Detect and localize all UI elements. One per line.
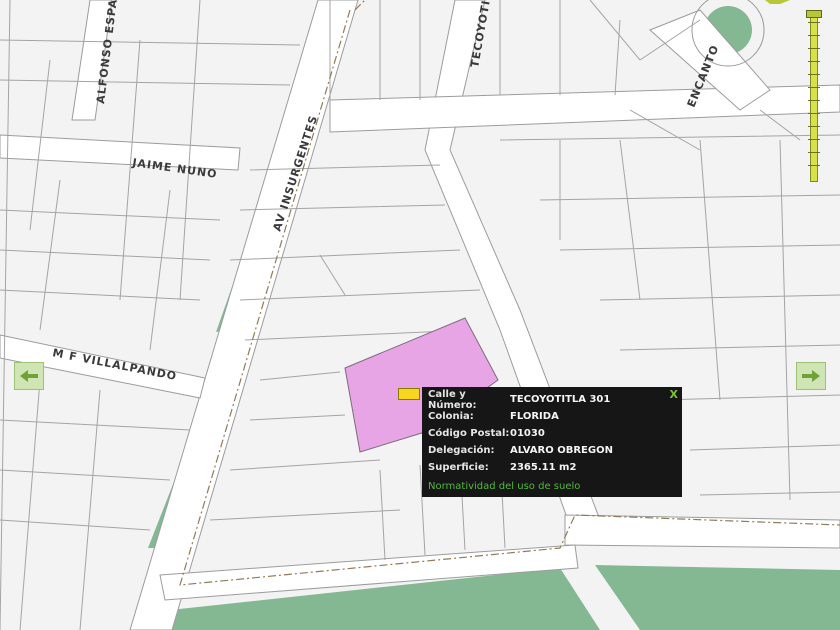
zoom-tick xyxy=(808,152,820,153)
popup-marker xyxy=(398,388,420,400)
info-label: Delegación: xyxy=(428,445,495,456)
info-value: TECOYOTITLA 301 xyxy=(510,394,611,405)
zoom-tick xyxy=(808,139,820,140)
zoom-slider[interactable] xyxy=(806,8,822,188)
info-row-superficie: Superficie: 2365.11 m2 xyxy=(428,459,676,476)
zoom-tick xyxy=(808,74,820,75)
map-canvas[interactable]: ALFONSO ESPARZA TECOYOTITLA JAIME NUNO A… xyxy=(0,0,840,630)
zoom-tick xyxy=(808,48,820,49)
info-row-postal-code: Código Postal: 01030 xyxy=(428,425,676,442)
info-label: Superficie: xyxy=(428,462,489,473)
zoom-tick xyxy=(808,113,820,114)
zoom-handle[interactable] xyxy=(806,10,822,18)
info-row-address: Calle y Número: TECOYOTITLA 301 xyxy=(428,388,676,411)
info-popup: X Calle y Número: TECOYOTITLA 301 Coloni… xyxy=(422,387,682,497)
pan-right-button[interactable] xyxy=(796,362,826,390)
info-value: ALVARO OBREGON xyxy=(510,445,613,456)
info-label: Calle y Número: xyxy=(428,388,477,411)
zoom-tick xyxy=(808,100,820,101)
airplane-right-icon xyxy=(802,370,820,382)
land-use-link[interactable]: Normatividad del uso de suelo xyxy=(428,478,676,495)
info-value: FLORIDA xyxy=(510,411,559,422)
zoom-tick xyxy=(808,87,820,88)
zoom-tick xyxy=(808,165,820,166)
info-row-colonia: Colonia: FLORIDA xyxy=(428,408,676,425)
zoom-tick xyxy=(808,22,820,23)
zoom-tick xyxy=(808,35,820,36)
info-value: 2365.11 m2 xyxy=(510,462,577,473)
info-label: Colonia: xyxy=(428,411,474,422)
zoom-tick xyxy=(808,61,820,62)
popup-close-button[interactable]: X xyxy=(670,388,678,401)
zoom-track xyxy=(810,14,818,182)
airplane-left-icon xyxy=(20,370,38,382)
pan-left-button[interactable] xyxy=(14,362,44,390)
info-value: 01030 xyxy=(510,428,545,439)
info-row-delegacion: Delegación: ALVARO OBREGON xyxy=(428,442,676,459)
info-label: Código Postal: xyxy=(428,428,510,439)
zoom-tick xyxy=(808,126,820,127)
